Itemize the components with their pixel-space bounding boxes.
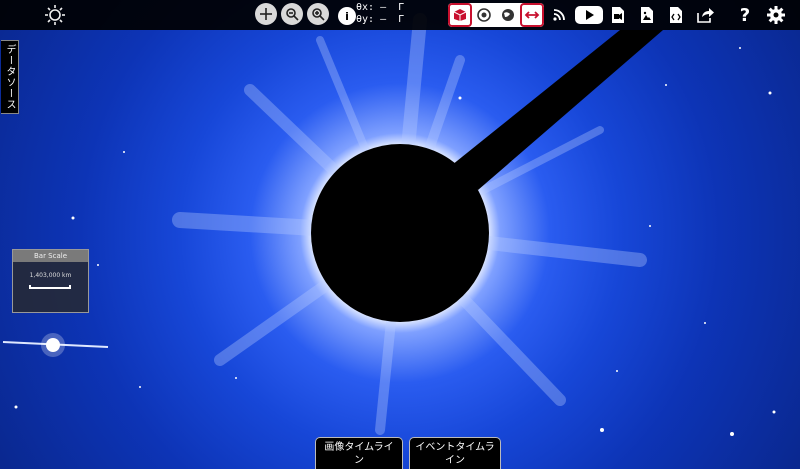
share-icon[interactable]	[696, 3, 716, 27]
cube-icon[interactable]	[448, 3, 472, 27]
help-label: ?	[739, 4, 751, 26]
event-timeline-tab[interactable]: イベントタイムライン	[409, 437, 501, 469]
image-timeline-tab[interactable]: 画像タイムライン	[315, 437, 403, 469]
top-toolbar: i θx: — Γ θy: — Γ ?	[0, 0, 800, 30]
image-icon[interactable]	[638, 3, 656, 27]
measure-arrows-icon[interactable]	[520, 3, 544, 27]
y-coord-value: : — Γ	[368, 14, 405, 25]
movie-icon[interactable]	[609, 3, 627, 27]
pan-icon[interactable]	[255, 3, 277, 25]
occulter-disk	[311, 144, 489, 322]
help-icon[interactable]: ?	[736, 3, 754, 27]
event-timeline-label: イベントタイムライン	[415, 441, 495, 466]
bar-scale-title: Bar Scale	[13, 250, 88, 262]
coronagraph-image	[2, 13, 776, 436]
globe-icon[interactable]	[496, 3, 520, 27]
rss-icon[interactable]	[550, 3, 568, 27]
x-coord-label: θx	[356, 2, 369, 13]
info-icon[interactable]: i	[338, 7, 356, 25]
view-mode-group	[448, 3, 544, 27]
disc-icon[interactable]	[472, 3, 496, 27]
data-sources-tab[interactable]: データソース	[1, 40, 19, 114]
zoom-out-icon[interactable]	[281, 3, 303, 25]
y-coord-label: θy	[356, 14, 369, 25]
zoom-in-icon[interactable]	[307, 3, 329, 25]
settings-icon[interactable]	[765, 3, 787, 27]
sun-logo-icon[interactable]	[44, 3, 66, 27]
youtube-icon[interactable]	[575, 3, 603, 27]
solar-image-viewport[interactable]	[0, 0, 800, 469]
data-sources-label: データソース	[4, 44, 15, 110]
bright-planet	[2, 333, 109, 357]
x-coord-value: : — Γ	[368, 2, 405, 13]
scale-bar-graphic	[29, 285, 71, 289]
bar-scale-panel[interactable]: Bar Scale 1,403,000 km	[12, 249, 89, 313]
coordinate-readout: θx: — Γ θy: — Γ	[356, 2, 404, 26]
bar-scale-value: 1,403,000 km	[29, 272, 72, 279]
code-icon[interactable]	[667, 3, 685, 27]
image-timeline-label: 画像タイムライン	[324, 441, 394, 466]
occulter-pylon	[452, 30, 663, 190]
